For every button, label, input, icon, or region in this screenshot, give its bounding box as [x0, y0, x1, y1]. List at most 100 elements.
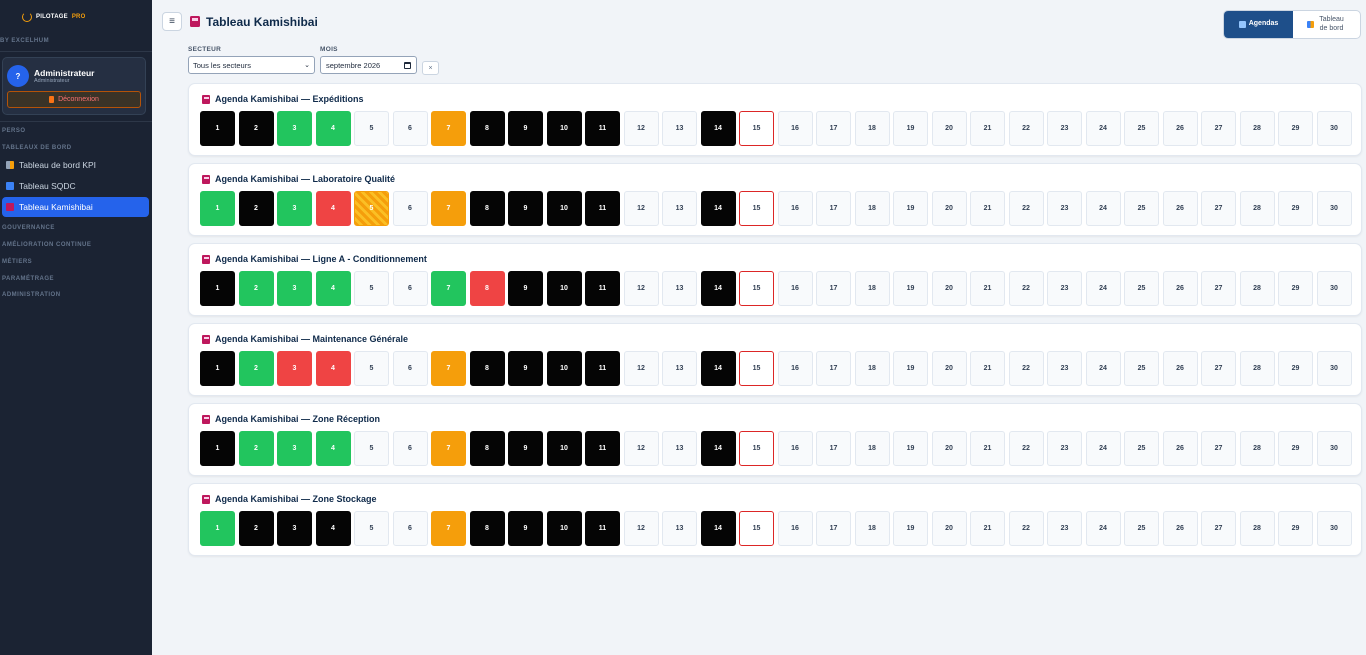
menu-toggle-button[interactable]: ≡	[162, 12, 182, 31]
day-cell[interactable]: 27	[1201, 431, 1236, 466]
day-cell[interactable]: 2	[238, 351, 274, 386]
day-cell[interactable]: 23	[1047, 431, 1082, 466]
day-cell[interactable]: 22	[1008, 431, 1044, 466]
day-cell[interactable]: 27	[1201, 111, 1236, 146]
nav-section-perso[interactable]: PERSO	[2, 128, 26, 134]
day-cell[interactable]: 3	[277, 191, 312, 226]
day-cell[interactable]: 26	[1162, 431, 1198, 466]
day-cell[interactable]: 1	[200, 271, 235, 306]
tab-agendas[interactable]: Agendas	[1224, 11, 1293, 38]
day-cell[interactable]: 1	[200, 111, 235, 146]
day-cell[interactable]: 9	[508, 511, 543, 546]
day-cell[interactable]: 5	[354, 351, 389, 386]
day-cell[interactable]: 8	[469, 111, 505, 146]
day-cell[interactable]: 29	[1278, 271, 1313, 306]
day-cell[interactable]: 5	[354, 511, 389, 546]
avatar[interactable]: ?	[7, 65, 29, 87]
tab-dashboard[interactable]: Tableau de bord	[1293, 11, 1360, 38]
nav-section-metiers[interactable]: MÉTIERS	[2, 259, 32, 265]
day-cell[interactable]: 3	[277, 431, 312, 466]
day-cell[interactable]: 30	[1316, 271, 1352, 306]
day-cell[interactable]: 28	[1239, 271, 1275, 306]
day-cell[interactable]: 6	[392, 511, 428, 546]
nav-section-tableaux[interactable]: TABLEAUX DE BORD	[2, 145, 72, 151]
day-cell[interactable]: 1	[200, 431, 235, 466]
day-cell[interactable]: 5	[354, 111, 389, 146]
nav-section-amelioration[interactable]: AMÉLIORATION CONTINUE	[2, 242, 91, 248]
day-cell[interactable]: 16	[777, 271, 813, 306]
day-cell[interactable]: 25	[1124, 111, 1159, 146]
day-cell[interactable]: 19	[893, 111, 928, 146]
day-cell[interactable]: 18	[854, 271, 890, 306]
day-cell[interactable]: 8	[469, 191, 505, 226]
day-cell[interactable]: 6	[392, 271, 428, 306]
day-cell[interactable]: 2	[238, 511, 274, 546]
day-cell[interactable]: 11	[585, 271, 620, 306]
day-cell[interactable]: 10	[546, 111, 582, 146]
day-cell[interactable]: 20	[931, 431, 967, 466]
day-cell[interactable]: 21	[970, 431, 1005, 466]
day-cell[interactable]: 8	[469, 511, 505, 546]
day-cell[interactable]: 22	[1008, 271, 1044, 306]
day-cell[interactable]: 22	[1008, 111, 1044, 146]
day-cell[interactable]: 18	[854, 511, 890, 546]
day-cell[interactable]: 14	[700, 511, 736, 546]
day-cell[interactable]: 16	[777, 351, 813, 386]
day-cell[interactable]: 19	[893, 191, 928, 226]
day-cell[interactable]: 30	[1316, 111, 1352, 146]
secteur-select[interactable]: Tous les secteurs ⌄	[188, 56, 315, 74]
day-cell[interactable]: 11	[585, 431, 620, 466]
day-cell[interactable]: 21	[970, 111, 1005, 146]
day-cell[interactable]: 3	[277, 351, 312, 386]
day-cell[interactable]: 26	[1162, 511, 1198, 546]
day-cell[interactable]: 14	[700, 271, 736, 306]
day-cell[interactable]: 16	[777, 191, 813, 226]
day-cell[interactable]: 26	[1162, 111, 1198, 146]
day-cell[interactable]: 7	[431, 191, 466, 226]
day-cell[interactable]: 9	[508, 111, 543, 146]
day-cell[interactable]: 13	[662, 271, 697, 306]
day-cell[interactable]: 5	[354, 271, 389, 306]
day-cell[interactable]: 13	[662, 431, 697, 466]
day-cell[interactable]: 1	[200, 511, 235, 546]
day-cell[interactable]: 26	[1162, 271, 1198, 306]
month-input[interactable]: septembre 2026	[320, 56, 417, 74]
day-cell[interactable]: 1	[200, 351, 235, 386]
day-cell[interactable]: 14	[700, 351, 736, 386]
day-cell[interactable]: 25	[1124, 511, 1159, 546]
day-cell[interactable]: 23	[1047, 351, 1082, 386]
day-cell[interactable]: 4	[315, 191, 351, 226]
day-cell[interactable]: 29	[1278, 431, 1313, 466]
day-cell[interactable]: 6	[392, 431, 428, 466]
day-cell[interactable]: 19	[893, 351, 928, 386]
day-cell[interactable]: 24	[1085, 351, 1121, 386]
day-cell[interactable]: 6	[392, 351, 428, 386]
day-cell[interactable]: 15	[739, 351, 774, 386]
day-cell[interactable]: 20	[931, 351, 967, 386]
day-cell[interactable]: 8	[469, 431, 505, 466]
day-cell[interactable]: 4	[315, 511, 351, 546]
day-cell[interactable]: 30	[1316, 191, 1352, 226]
day-cell[interactable]: 5	[354, 191, 389, 226]
day-cell[interactable]: 26	[1162, 191, 1198, 226]
day-cell[interactable]: 10	[546, 431, 582, 466]
day-cell[interactable]: 21	[970, 511, 1005, 546]
day-cell[interactable]: 18	[854, 191, 890, 226]
day-cell[interactable]: 24	[1085, 511, 1121, 546]
day-cell[interactable]: 25	[1124, 271, 1159, 306]
day-cell[interactable]: 2	[238, 431, 274, 466]
day-cell[interactable]: 11	[585, 111, 620, 146]
day-cell[interactable]: 4	[315, 431, 351, 466]
calendar-icon[interactable]	[404, 61, 411, 69]
day-cell[interactable]: 6	[392, 191, 428, 226]
day-cell[interactable]: 17	[816, 111, 851, 146]
day-cell[interactable]: 22	[1008, 351, 1044, 386]
day-cell[interactable]: 13	[662, 351, 697, 386]
day-cell[interactable]: 5	[354, 431, 389, 466]
day-cell[interactable]: 18	[854, 351, 890, 386]
day-cell[interactable]: 1	[200, 191, 235, 226]
day-cell[interactable]: 30	[1316, 431, 1352, 466]
day-cell[interactable]: 20	[931, 111, 967, 146]
day-cell[interactable]: 13	[662, 511, 697, 546]
day-cell[interactable]: 20	[931, 511, 967, 546]
